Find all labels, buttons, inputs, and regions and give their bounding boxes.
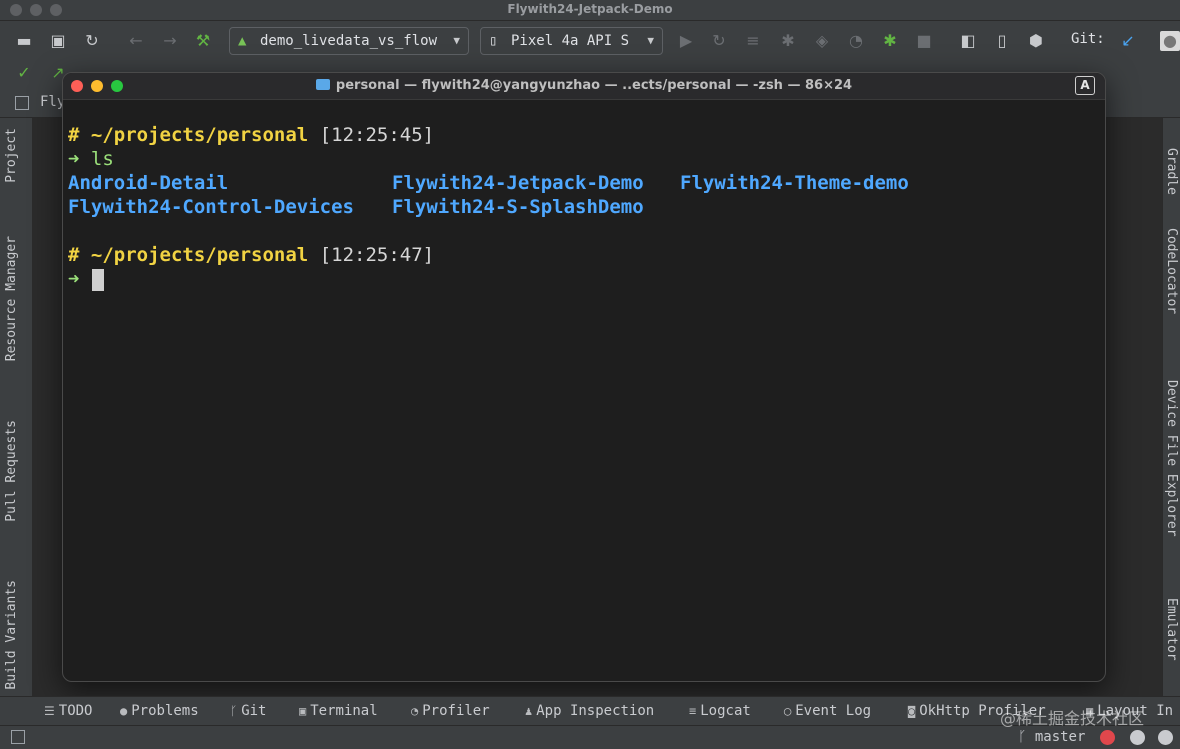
branch-icon: ᚴ [1018, 729, 1035, 745]
tool-window-git[interactable]: ᚴ Git [230, 703, 267, 719]
terminal-titlebar: personal — flywith24@yangyunzhao — ..ect… [63, 73, 1105, 100]
tool-tab-gradle[interactable]: Gradle [1164, 148, 1179, 195]
chevron-down-icon: ▼ [647, 34, 654, 47]
git-branch-widget[interactable]: ᚴ master [1018, 729, 1085, 745]
ls-entry: Flywith24-Jetpack-Demo [392, 172, 644, 194]
device-label: Pixel 4a API S [511, 33, 630, 49]
warning-icon: ● [120, 704, 128, 718]
terminal-window[interactable]: personal — flywith24@yangyunzhao — ..ect… [62, 72, 1106, 682]
commit-check-icon[interactable]: ✓ [14, 63, 34, 83]
tool-window-app-inspection[interactable]: ♟ App Inspection [525, 703, 654, 719]
layout-toggle-icon[interactable] [11, 730, 25, 744]
main-toolbar: ▬ ▣ ↻ ← → ⚒ ▲ demo_livedata_vs_flow ▼ ▯ … [0, 21, 1180, 61]
forward-icon[interactable]: → [160, 31, 180, 51]
left-tool-strip: Project Resource Manager Pull Requests B… [0, 118, 33, 696]
debug-icon[interactable]: ✱ [778, 31, 798, 51]
command-line: ➜ ls [68, 147, 114, 171]
phone-icon: ▯ [489, 33, 498, 49]
smile-icon[interactable] [1130, 730, 1145, 745]
back-icon[interactable]: ← [126, 31, 146, 51]
branch-icon: ᚴ [230, 704, 238, 718]
tool-window-profiler[interactable]: ◔ Profiler [411, 703, 490, 719]
ide-window-title: Flywith24-Jetpack-Demo [507, 2, 673, 16]
tool-tab-resource-manager[interactable]: Resource Manager [4, 236, 19, 361]
open-folder-icon[interactable]: ▬ [14, 31, 34, 51]
tool-tab-pull-requests[interactable]: Pull Requests [4, 420, 19, 522]
prompt-hash: # [68, 124, 80, 146]
file-icon [15, 96, 29, 110]
tool-window-logcat[interactable]: ≡ Logcat [689, 703, 751, 719]
ls-entry: Android-Detail [68, 172, 229, 194]
chevron-down-icon: ▼ [453, 34, 460, 47]
tool-window-problems[interactable]: ● Problems [120, 703, 199, 719]
sync-icon[interactable]: ↻ [82, 31, 102, 51]
apply-changes-icon[interactable]: ↻ [709, 31, 729, 51]
tool-tab-project[interactable]: Project [4, 128, 19, 183]
folder-icon [315, 79, 330, 90]
ls-entry: Flywith24-S-SplashDemo [392, 196, 644, 218]
tool-window-todo[interactable]: ☰ TODO [44, 703, 92, 719]
watermark: @稀土掘金技术社区 [1000, 709, 1145, 728]
save-icon[interactable]: ▣ [48, 31, 68, 51]
text-cursor[interactable] [92, 269, 104, 291]
branch-name: master [1034, 729, 1086, 745]
run-configuration-label: demo_livedata_vs_flow [260, 33, 438, 49]
device-select[interactable]: ▯ Pixel 4a API S ▼ [480, 27, 663, 55]
tool-window-event-log[interactable]: ◯ Event Log [784, 703, 871, 719]
run-icon[interactable]: ▶ [676, 31, 696, 51]
android-icon: ▲ [238, 33, 247, 49]
profile-icon[interactable]: ◔ [846, 31, 866, 51]
prompt-line: # ~/projects/personal [12:25:45] [68, 123, 434, 147]
list-icon: ☰ [44, 704, 55, 718]
stop-icon[interactable]: ■ [914, 31, 934, 51]
speech-bubble-icon: ◯ [784, 704, 792, 718]
attach-debugger-icon[interactable]: ✱ [880, 31, 900, 51]
sdk-manager-icon[interactable]: ⬢ [1026, 31, 1046, 51]
prompt-path: ~/projects/personal [90, 124, 309, 146]
terminal-title: personal — flywith24@yangyunzhao — ..ect… [63, 78, 1105, 93]
apply-code-changes-icon[interactable]: ≡ [743, 31, 763, 51]
tool-tab-build-variants[interactable]: Build Variants [4, 580, 19, 690]
prompt-arrow: ➜ [68, 268, 80, 290]
tool-tab-device-file-explorer[interactable]: Device File Explorer [1164, 380, 1179, 537]
prompt-hash: # [68, 244, 80, 266]
run-configuration-select[interactable]: ▲ demo_livedata_vs_flow ▼ [229, 27, 469, 55]
command-text: ls [90, 148, 114, 170]
prompt-line: # ~/projects/personal [12:25:47] [68, 243, 434, 267]
tool-tab-emulator[interactable]: Emulator [1164, 598, 1179, 661]
logcat-icon: ≡ [689, 704, 697, 718]
ls-entry: Flywith24-Theme-demo [680, 172, 909, 194]
frown-icon[interactable] [1158, 730, 1173, 745]
prompt-path: ~/projects/personal [90, 244, 309, 266]
inspection-icon: ♟ [525, 704, 533, 718]
git-update-icon[interactable]: ↙ [1118, 31, 1138, 51]
terminal-badge[interactable]: A [1075, 76, 1095, 95]
okhttp-icon: ◙ [908, 704, 916, 718]
tool-window-terminal[interactable]: ▣ Terminal [299, 703, 378, 719]
command-line: ➜ [68, 267, 79, 291]
git-label: Git: [1071, 31, 1105, 47]
device-manager-icon[interactable]: ◧ [958, 31, 978, 51]
running-devices-icon[interactable]: ▯ [992, 31, 1012, 51]
ls-entry: Flywith24-Control-Devices [68, 196, 354, 218]
error-icon[interactable] [1100, 730, 1115, 745]
build-hammer-icon[interactable]: ⚒ [193, 31, 213, 51]
terminal-title-text: personal — flywith24@yangyunzhao — ..ect… [335, 78, 853, 93]
coverage-icon[interactable]: ◈ [812, 31, 832, 51]
prompt-time: [12:25:47] [319, 244, 435, 266]
user-icon[interactable]: ● [1160, 31, 1180, 51]
gauge-icon: ◔ [411, 704, 419, 718]
prompt-arrow: ➜ [68, 148, 80, 170]
right-tool-strip: Gradle CodeLocator Device File Explorer … [1162, 118, 1180, 696]
terminal-icon: ▣ [299, 704, 307, 718]
prompt-time: [12:25:45] [319, 124, 435, 146]
ide-titlebar: Flywith24-Jetpack-Demo [0, 0, 1180, 21]
tool-tab-codelocator[interactable]: CodeLocator [1164, 228, 1179, 314]
